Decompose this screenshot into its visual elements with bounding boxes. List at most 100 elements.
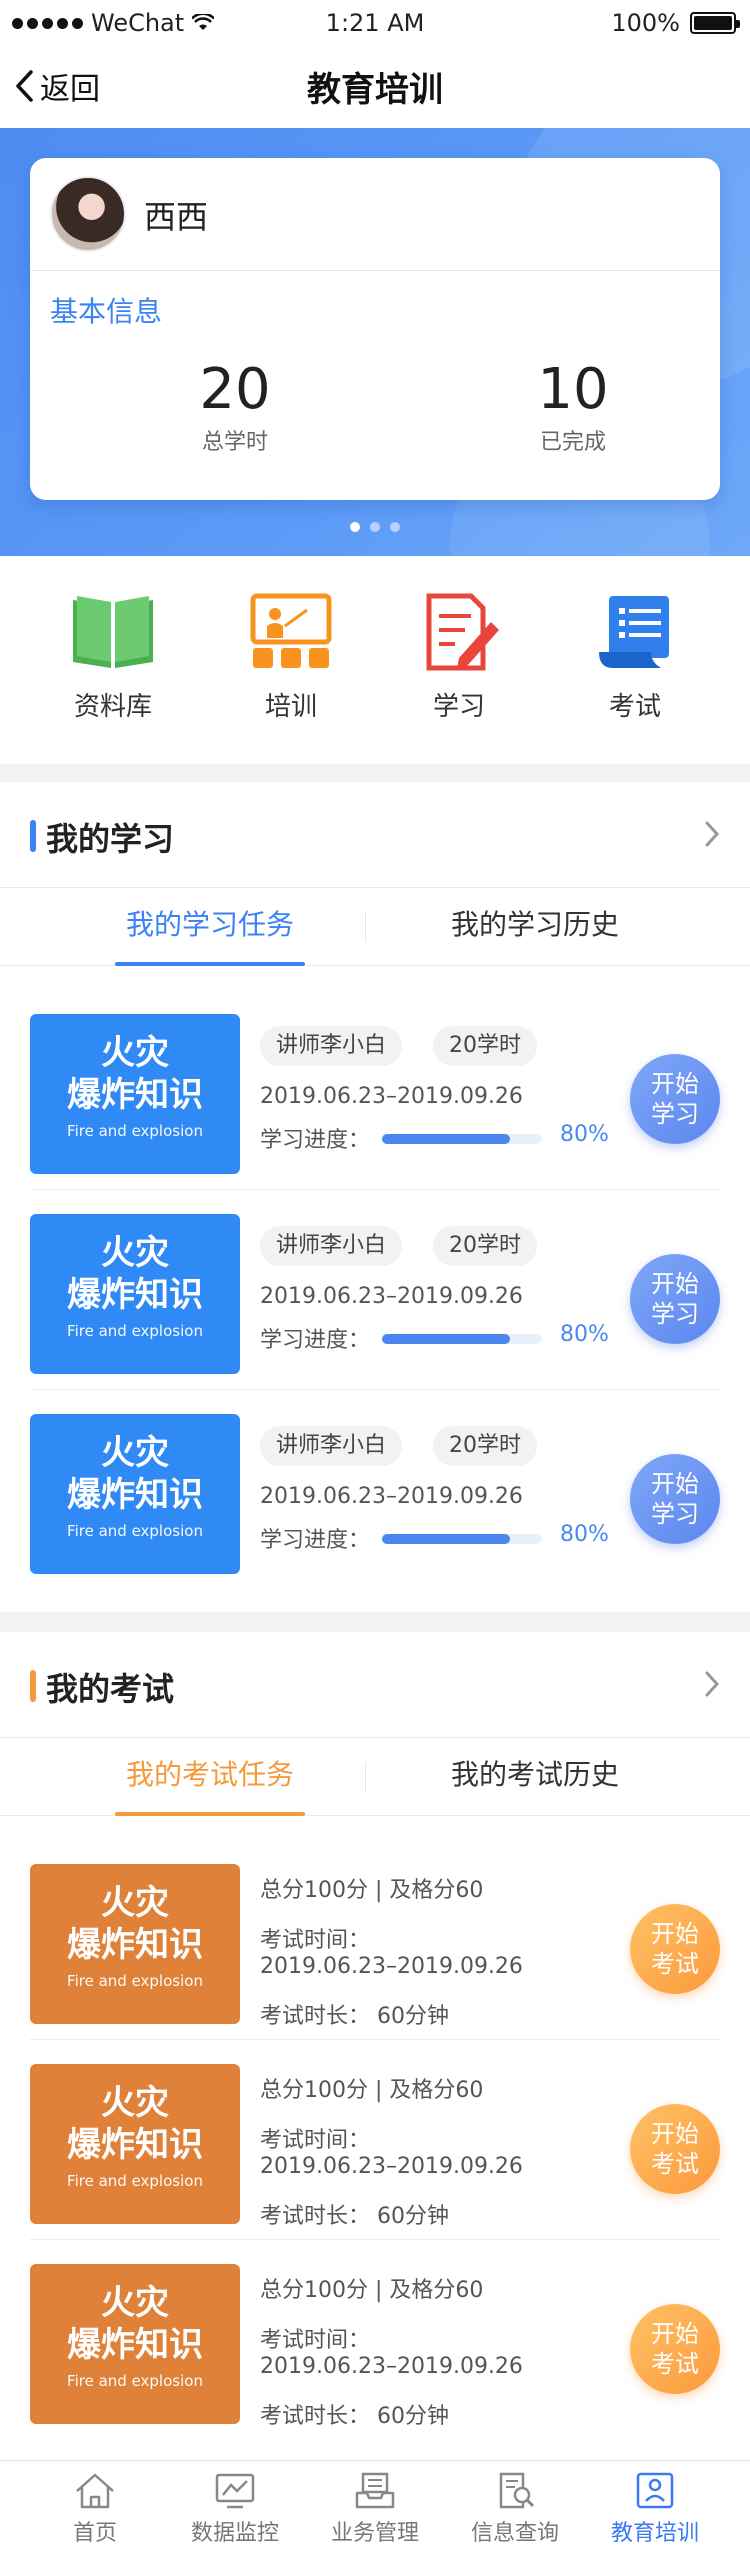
- quick-item-exam[interactable]: 考试: [560, 592, 710, 723]
- hours-chip: 20学时: [433, 1026, 537, 1066]
- button-line: 学习: [651, 1100, 699, 1128]
- quick-item-library[interactable]: 资料库: [38, 592, 188, 723]
- tabbar-item-business[interactable]: 业务管理: [300, 2471, 450, 2547]
- page-title: 教育培训: [307, 70, 443, 110]
- stat-label: 已完成: [539, 430, 606, 455]
- start-exam-button[interactable]: 开始 考试: [630, 1904, 720, 1994]
- study-item[interactable]: 火灾 爆炸知识 Fire and explosion 讲师李小白 20学时 20…: [30, 990, 720, 1190]
- tabbar-item-query[interactable]: 信息查询: [440, 2471, 590, 2547]
- quick-item-study[interactable]: 学习: [384, 592, 534, 723]
- exam-duration: 考试时长： 60分钟: [260, 2404, 449, 2429]
- study-section: 我的学习 我的学习任务 我的学习历史 火灾 爆炸知识 Fire and expl…: [0, 782, 750, 1612]
- pager-dot[interactable]: [390, 522, 400, 532]
- exam-date-range: 2019.06.23–2019.09.26: [260, 2354, 523, 2379]
- exam-thumbnail: 火灾 爆炸知识 Fire and explosion: [30, 1864, 240, 2024]
- exam-item[interactable]: 火灾 爆炸知识 Fire and explosion 总分100分 | 及格分6…: [30, 2040, 720, 2240]
- button-line: 学习: [651, 1500, 699, 1528]
- chevron-right-icon: [705, 821, 720, 847]
- exam-item[interactable]: 火灾 爆炸知识 Fire and explosion 总分100分 | 及格分6…: [30, 1840, 720, 2040]
- hours-chip: 20学时: [433, 1226, 537, 1266]
- tabbar-label: 信息查询: [470, 2521, 559, 2546]
- quick-label: 培训: [264, 692, 317, 722]
- section-title: 我的考试: [46, 1670, 175, 1708]
- button-line: 学习: [651, 1300, 699, 1328]
- exam-tabs: 我的考试任务 我的考试历史: [0, 1738, 750, 1816]
- quick-item-training[interactable]: 培训: [216, 592, 366, 723]
- hours-chip: 20学时: [433, 1426, 537, 1466]
- teacher-chip: 讲师李小白: [260, 1226, 403, 1266]
- start-study-button[interactable]: 开始 学习: [630, 1454, 720, 1544]
- tabbar-item-home[interactable]: 首页: [20, 2471, 170, 2547]
- progress-percent: 80%: [560, 1522, 609, 1547]
- inbox-tray-icon: [355, 2472, 395, 2509]
- thumb-title: 火灾: [101, 1033, 169, 1073]
- quick-label: 考试: [608, 692, 661, 722]
- exam-date-range: 2019.06.23–2019.09.26: [260, 2154, 523, 2179]
- monitor-chart-icon: [215, 2473, 255, 2509]
- profile-card[interactable]: 西西 基本信息 20 总学时 10 已完成: [30, 158, 720, 500]
- pager-dot[interactable]: [370, 522, 380, 532]
- progress-fill: [382, 1134, 510, 1144]
- stat-value: 10: [537, 357, 609, 422]
- thumb-subtitle: 爆炸知识: [67, 1075, 203, 1115]
- start-study-button[interactable]: 开始 学习: [630, 1254, 720, 1344]
- study-item[interactable]: 火灾 爆炸知识 Fire and explosion 讲师李小白 20学时 20…: [30, 1390, 720, 1590]
- start-exam-button[interactable]: 开始 考试: [630, 2104, 720, 2194]
- tab-study-history[interactable]: 我的学习历史: [425, 888, 645, 966]
- score-info: 总分100分 | 及格分60: [260, 1878, 484, 1903]
- progress-label: 学习进度：: [260, 1128, 371, 1153]
- bottom-tab-bar: 首页 数据监控 业务管理 信息查询 教育培训: [0, 2460, 750, 2564]
- pager-dot[interactable]: [350, 522, 360, 532]
- thumb-english: Fire and explosion: [67, 2372, 203, 2390]
- thumb-subtitle: 爆炸知识: [67, 1275, 203, 1315]
- book-icon: [73, 596, 153, 668]
- button-line: 考试: [651, 2350, 699, 2378]
- thumb-english: Fire and explosion: [67, 1122, 203, 1140]
- start-study-button[interactable]: 开始 学习: [630, 1054, 720, 1144]
- tab-study-tasks[interactable]: 我的学习任务: [100, 888, 320, 966]
- tab-exam-history[interactable]: 我的考试历史: [425, 1738, 645, 1816]
- tabbar-label: 首页: [72, 2521, 117, 2546]
- date-range: 2019.06.23–2019.09.26: [260, 1084, 523, 1109]
- teacher-chip: 讲师李小白: [260, 1026, 403, 1066]
- progress-bar: [382, 1534, 542, 1544]
- home-icon: [76, 2473, 114, 2509]
- button-line: 开始: [651, 2120, 699, 2148]
- start-exam-button[interactable]: 开始 考试: [630, 2304, 720, 2394]
- tabbar-item-education[interactable]: 教育培训: [580, 2471, 730, 2547]
- divider: [30, 270, 720, 271]
- battery-icon: [690, 12, 740, 34]
- study-item[interactable]: 火灾 爆炸知识 Fire and explosion 讲师李小白 20学时 20…: [30, 1190, 720, 1390]
- quick-label: 学习: [432, 692, 485, 722]
- exam-thumbnail: 火灾 爆炸知识 Fire and explosion: [30, 2264, 240, 2424]
- chevron-right-icon: [705, 1671, 720, 1697]
- section-header[interactable]: 我的学习: [0, 782, 750, 888]
- carousel-pager: [0, 522, 750, 532]
- avatar: [50, 176, 126, 252]
- tabbar-item-monitor[interactable]: 数据监控: [160, 2471, 310, 2547]
- exam-time-label: 考试时间：: [260, 1928, 371, 1953]
- thumb-title: 火灾: [101, 1433, 169, 1473]
- thumb-english: Fire and explosion: [67, 1322, 203, 1340]
- exam-item[interactable]: 火灾 爆炸知识 Fire and explosion 总分100分 | 及格分6…: [30, 2240, 720, 2440]
- thumb-title: 火灾: [101, 2083, 169, 2123]
- progress-percent: 80%: [560, 1322, 609, 1347]
- thumb-subtitle: 爆炸知识: [67, 2125, 203, 2165]
- exam-date-range: 2019.06.23–2019.09.26: [260, 1954, 523, 1979]
- scroll-icon: [599, 596, 669, 668]
- exam-thumbnail: 火灾 爆炸知识 Fire and explosion: [30, 2064, 240, 2224]
- tabbar-label: 数据监控: [190, 2521, 279, 2546]
- exam-time-label: 考试时间：: [260, 2128, 371, 2153]
- active-tab-indicator: [115, 962, 305, 966]
- stat-label: 总学时: [201, 430, 268, 455]
- tab-exam-tasks[interactable]: 我的考试任务: [100, 1738, 320, 1816]
- nav-bar: 返回 教育培训: [0, 44, 750, 128]
- thumb-title: 火灾: [101, 2283, 169, 2323]
- section-header[interactable]: 我的考试: [0, 1632, 750, 1738]
- progress-bar: [382, 1134, 542, 1144]
- course-thumbnail: 火灾 爆炸知识 Fire and explosion: [30, 1214, 240, 1374]
- button-line: 开始: [651, 1470, 699, 1498]
- thumb-english: Fire and explosion: [67, 1522, 203, 1540]
- exam-section: 我的考试 我的考试任务 我的考试历史 火灾 爆炸知识 Fire and expl…: [0, 1632, 750, 2460]
- progress-fill: [382, 1334, 510, 1344]
